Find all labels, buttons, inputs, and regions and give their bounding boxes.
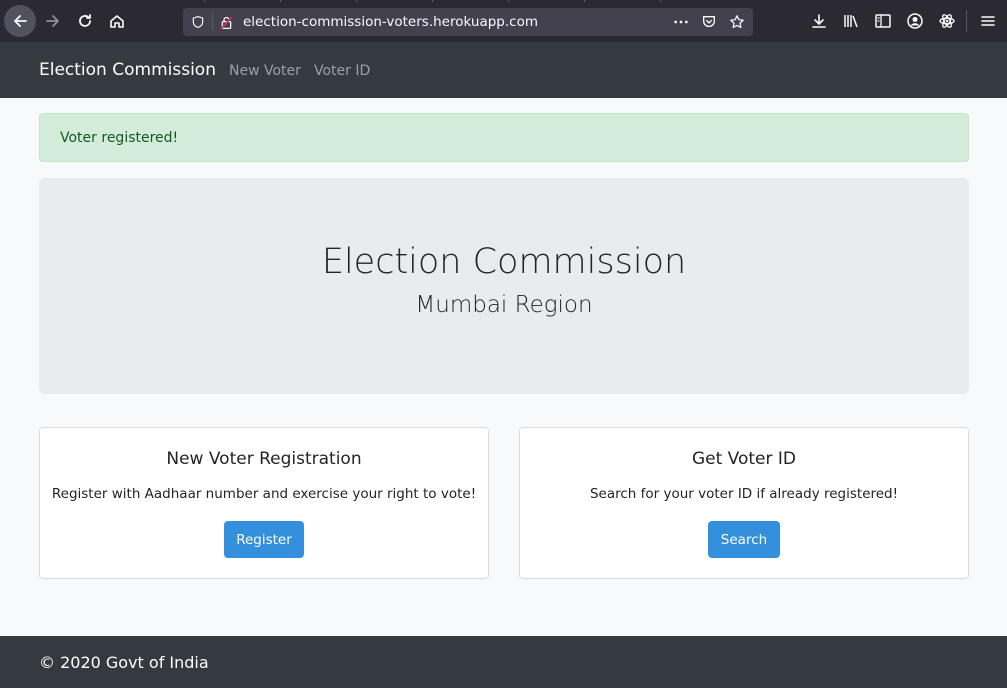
get-voter-id-card: Get Voter ID Search for your voter ID if… — [519, 427, 969, 579]
alert-message: Voter registered! — [60, 130, 179, 146]
menu-icon[interactable] — [972, 5, 1004, 37]
url-separator — [212, 13, 213, 31]
forward-icon[interactable] — [37, 5, 69, 37]
home-icon[interactable] — [101, 5, 133, 37]
extension-icon[interactable] — [931, 5, 963, 37]
hero-subtitle: Mumbai Region — [415, 292, 593, 318]
hero-jumbotron: Election Commission Mumbai Region — [39, 178, 969, 394]
card-title: New Voter Registration — [166, 449, 362, 469]
pocket-icon[interactable] — [700, 13, 718, 31]
search-button[interactable]: Search — [708, 521, 780, 558]
nav-link-voter-id[interactable]: Voter ID — [314, 63, 370, 79]
navbar-brand[interactable]: Election Commission — [39, 60, 216, 80]
url-bar[interactable]: election-commission-voters.herokuapp.com — [183, 8, 753, 36]
back-icon[interactable] — [4, 5, 36, 37]
toolbar-separator — [966, 10, 967, 32]
register-button[interactable]: Register — [224, 521, 304, 558]
hero-title: Election Commission — [321, 242, 687, 282]
footer-copyright: © 2020 Govt of India — [39, 653, 209, 672]
reload-icon[interactable] — [69, 5, 101, 37]
account-icon[interactable] — [899, 5, 931, 37]
success-alert: Voter registered! — [39, 113, 969, 162]
more-icon[interactable] — [672, 13, 690, 31]
tab-strip — [120, 0, 760, 2]
nav-link-new-voter[interactable]: New Voter — [229, 63, 301, 79]
star-icon[interactable] — [728, 13, 746, 31]
url-text[interactable]: election-commission-voters.herokuapp.com — [243, 14, 538, 30]
shield-icon[interactable] — [189, 13, 207, 31]
card-text: Register with Aadhaar number and exercis… — [51, 486, 477, 502]
download-icon[interactable] — [803, 5, 835, 37]
library-icon[interactable] — [835, 5, 867, 37]
site-navbar: Election Commission New Voter Voter ID — [0, 42, 1007, 98]
site-footer: © 2020 Govt of India — [0, 636, 1007, 688]
browser-toolbar: election-commission-voters.herokuapp.com — [0, 0, 1007, 42]
card-title: Get Voter ID — [691, 449, 797, 469]
insecure-lock-icon[interactable] — [217, 13, 235, 31]
card-text: Search for your voter ID if already regi… — [589, 486, 899, 502]
sidebar-icon[interactable] — [867, 5, 899, 37]
new-voter-card: New Voter Registration Register with Aad… — [39, 427, 489, 579]
